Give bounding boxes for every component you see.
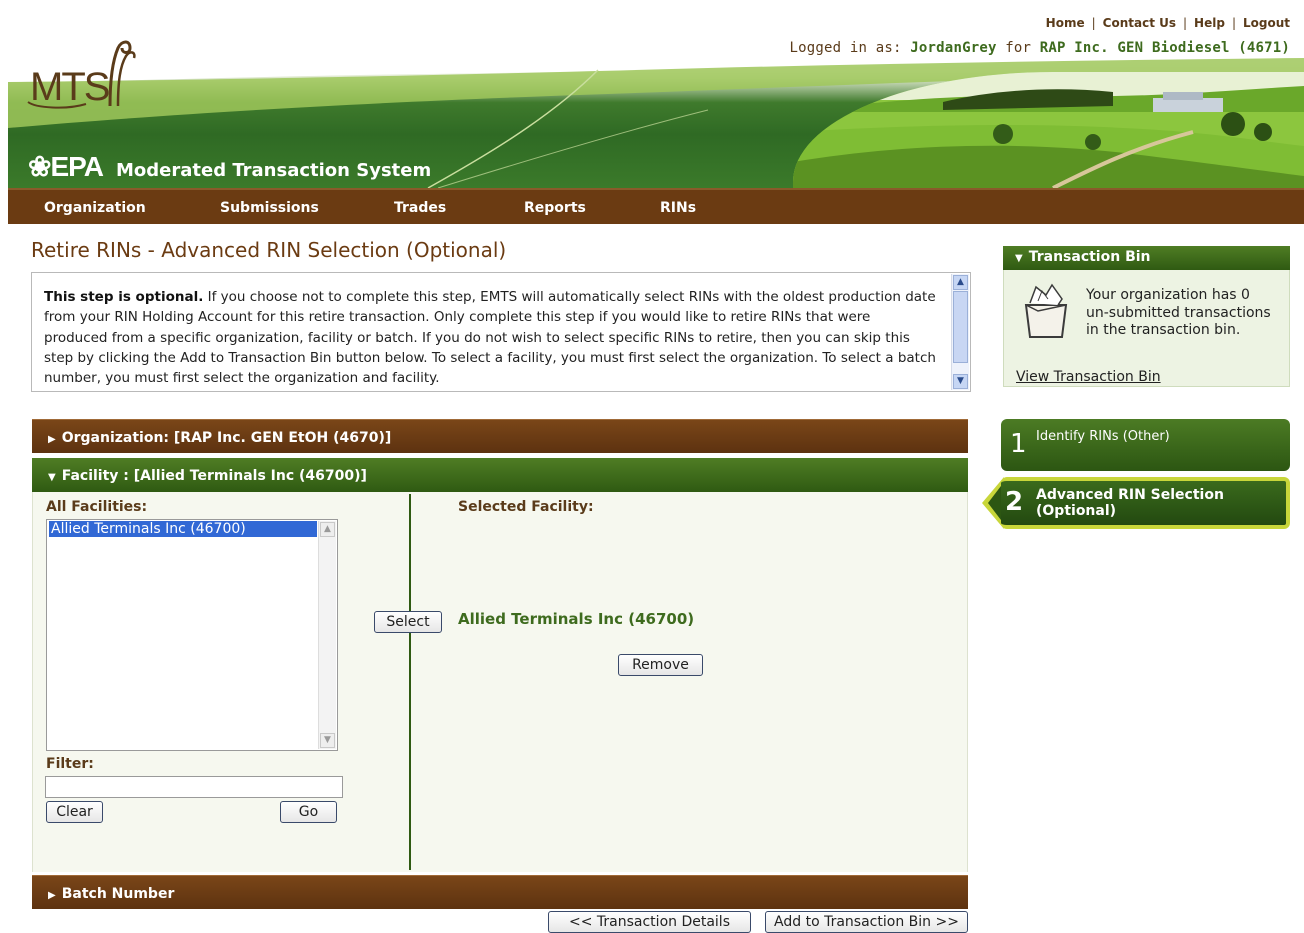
select-button[interactable]: Select <box>374 611 442 633</box>
transaction-bin-icon <box>1024 283 1068 338</box>
separator: | <box>1231 16 1236 30</box>
nav-rins[interactable]: RINs <box>660 200 696 216</box>
nav-reports[interactable]: Reports <box>524 200 586 216</box>
login-info: Logged in as: JordanGrey for RAP Inc. GE… <box>789 40 1290 56</box>
intro-bold: This step is optional. <box>44 289 204 305</box>
organization-panel-header[interactable]: ▶ Organization: [RAP Inc. GEN EtOH (4670)… <box>32 419 968 453</box>
batch-panel-label: Batch Number <box>61 886 175 902</box>
mts-logo-icon: MTS <box>27 40 136 109</box>
separator: | <box>1183 16 1188 30</box>
clear-button[interactable]: Clear <box>46 801 103 823</box>
collapse-icon: ▼ <box>1015 253 1023 264</box>
step-number: 2 <box>1005 487 1024 517</box>
contact-us-link[interactable]: Contact Us <box>1103 16 1176 30</box>
transaction-details-button[interactable]: << Transaction Details <box>548 911 751 933</box>
svg-text:MTS: MTS <box>30 65 109 109</box>
scroll-down-icon[interactable]: ▼ <box>320 733 335 748</box>
scroll-down-icon[interactable]: ▼ <box>953 374 968 389</box>
step-advanced-rin-selection[interactable]: 2 Advanced RIN Selection (Optional) <box>1001 477 1290 529</box>
step-identify-rins[interactable]: 1 Identify RINs (Other) <box>1001 419 1290 471</box>
facility-panel-header[interactable]: ▼ Facility : [Allied Terminals Inc (46700… <box>32 458 968 492</box>
step-label: Identify RINs (Other) <box>1036 429 1170 444</box>
main-nav: Organization Submissions Trades Reports … <box>8 188 1304 224</box>
listbox-scrollbar[interactable]: ▲ ▼ <box>318 521 336 749</box>
filter-input[interactable] <box>45 776 343 798</box>
home-link[interactable]: Home <box>1046 16 1085 30</box>
selected-facility-value: Allied Terminals Inc (46700) <box>458 610 695 628</box>
facility-listbox[interactable]: Allied Terminals Inc (46700) ▲ ▼ <box>46 519 338 751</box>
nav-organization[interactable]: Organization <box>44 200 146 216</box>
epa-flower-icon: ❀ <box>28 151 51 182</box>
scroll-up-icon[interactable]: ▲ <box>953 275 968 290</box>
step-label: Advanced RIN Selection (Optional) <box>1036 487 1224 519</box>
organization-name: RAP Inc. GEN Biodiesel (4671) <box>1039 40 1290 56</box>
scroll-thumb[interactable] <box>953 291 968 363</box>
transaction-bin-panel: ▼ Transaction Bin Your organization has 0… <box>1003 246 1290 387</box>
expand-icon: ▶ <box>48 890 56 901</box>
top-links: Home | Contact Us | Help | Logout <box>1046 16 1290 30</box>
system-name: Moderated Transaction System <box>116 160 432 181</box>
facility-panel-body: All Facilities: Allied Terminals Inc (46… <box>32 492 968 872</box>
step-number: 1 <box>1010 429 1027 459</box>
add-to-transaction-bin-button[interactable]: Add to Transaction Bin >> <box>765 911 968 933</box>
filter-label: Filter: <box>46 756 94 772</box>
organization-panel-label: Organization: [RAP Inc. GEN EtOH (4670)] <box>61 430 392 446</box>
all-facilities-label: All Facilities: <box>46 499 148 515</box>
batch-panel-header[interactable]: ▶ Batch Number <box>32 875 968 909</box>
intro-box: This step is optional. If you choose not… <box>31 272 971 392</box>
epa-logo-icon: ❀EPA <box>28 150 104 183</box>
nav-submissions[interactable]: Submissions <box>220 200 319 216</box>
help-link[interactable]: Help <box>1194 16 1225 30</box>
nav-trades[interactable]: Trades <box>394 200 446 216</box>
view-transaction-bin-link[interactable]: View Transaction Bin <box>1016 369 1161 385</box>
scroll-up-icon[interactable]: ▲ <box>320 522 335 537</box>
epa-logo-text: EPA <box>50 151 103 182</box>
go-button[interactable]: Go <box>280 801 337 823</box>
page-title: Retire RINs - Advanced RIN Selection (Op… <box>31 238 507 262</box>
selected-facility-label: Selected Facility: <box>458 499 594 515</box>
separator: | <box>1091 16 1096 30</box>
username: JordanGrey <box>910 40 997 56</box>
remove-button[interactable]: Remove <box>618 654 703 676</box>
intro-scrollbar[interactable]: ▲ ▼ <box>951 274 969 390</box>
site-header: Home | Contact Us | Help | Logout Logged in as… <box>8 10 1304 188</box>
transaction-bin-title: Transaction Bin <box>1028 249 1151 265</box>
login-for: for <box>1005 40 1032 56</box>
logout-link[interactable]: Logout <box>1243 16 1290 30</box>
facility-option[interactable]: Allied Terminals Inc (46700) <box>49 521 317 537</box>
collapse-icon: ▼ <box>48 472 56 483</box>
transaction-bin-header[interactable]: ▼ Transaction Bin <box>1003 246 1290 270</box>
intro-text: This step is optional. If you choose not… <box>44 287 936 388</box>
facility-panel-label: Facility : [Allied Terminals Inc (46700)… <box>61 468 367 484</box>
expand-icon: ▶ <box>48 434 56 445</box>
login-prefix: Logged in as: <box>789 40 902 56</box>
transaction-bin-text: Your organization has 0 un-submitted tra… <box>1086 287 1271 338</box>
column-divider <box>409 494 411 870</box>
